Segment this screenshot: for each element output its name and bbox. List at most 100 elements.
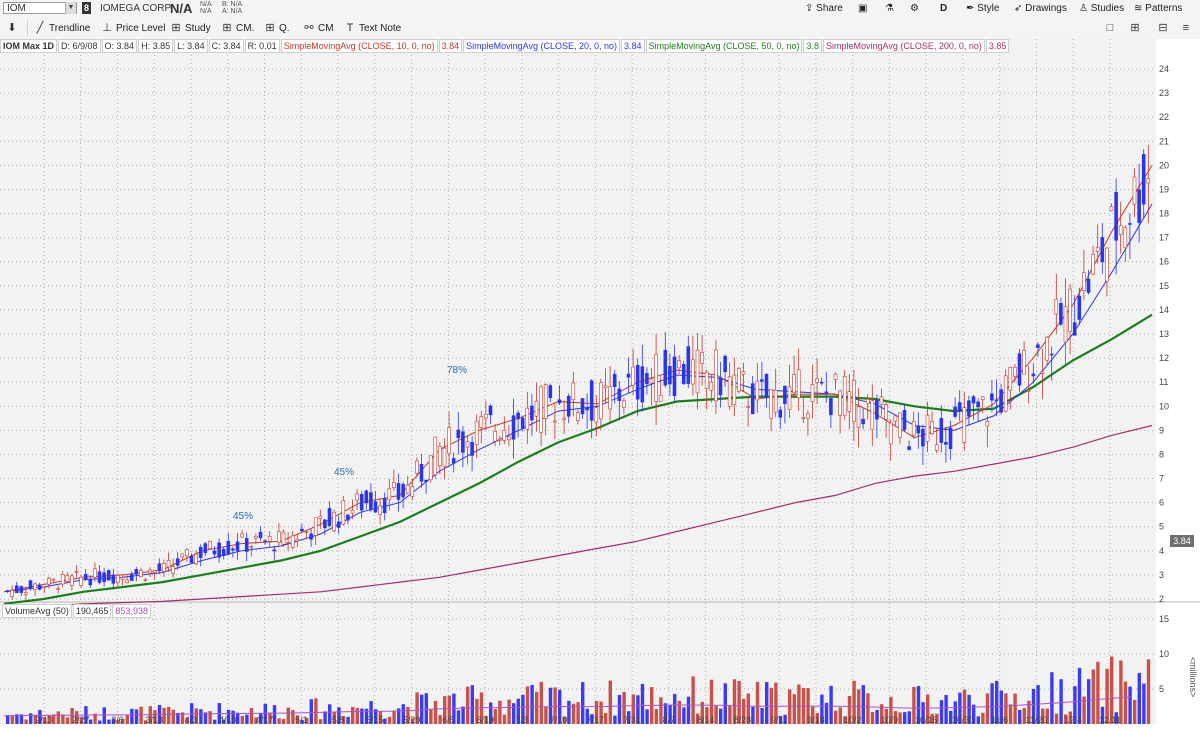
volume-bar xyxy=(1142,683,1146,724)
candle-body xyxy=(359,494,364,511)
candle-body xyxy=(419,463,424,482)
candle-body xyxy=(277,531,281,543)
candle-body xyxy=(893,415,898,422)
settings-button[interactable]: ⚙ xyxy=(910,1,919,16)
date-tick-label: 5/29 xyxy=(403,715,421,725)
volume-bar xyxy=(429,709,433,724)
candle-body xyxy=(378,505,382,515)
sma50-legend[interactable]: SimpleMovingAvg (CLOSE, 50, 0, no) xyxy=(645,39,803,53)
studies-label: Studies xyxy=(1090,3,1125,14)
candle-body xyxy=(415,460,419,474)
candle-body xyxy=(497,438,502,441)
candle-body xyxy=(737,368,741,392)
price-tick-label: 13 xyxy=(1159,329,1169,339)
flask-button[interactable]: ⚗ xyxy=(885,1,894,16)
grid-button[interactable]: ⊞ xyxy=(1129,19,1144,37)
ohlc-date: D: 6/9/08 xyxy=(58,39,101,53)
volume-bar xyxy=(1087,679,1091,724)
cm-button[interactable]: ⚯ CM xyxy=(303,19,333,37)
candle-body xyxy=(387,488,392,501)
price-tick-label: 6 xyxy=(1159,498,1164,508)
candle-body xyxy=(350,509,355,514)
text-note-button[interactable]: T Text Note xyxy=(344,19,402,37)
ohlc-close: C: 3.84 xyxy=(208,39,244,53)
candle-body xyxy=(861,418,865,425)
volume-bar xyxy=(985,693,990,724)
share-icon: ⇪ xyxy=(805,3,814,14)
patterns-button[interactable]: ≋ Patterns xyxy=(1134,1,1182,16)
volume-bar xyxy=(604,713,608,724)
study-label: Study xyxy=(185,23,211,34)
candle-body xyxy=(594,407,599,423)
candle-body xyxy=(175,558,180,566)
volume-bar xyxy=(898,712,902,724)
volume-bar xyxy=(539,681,543,724)
candle-body xyxy=(944,441,948,445)
period-button[interactable]: D xyxy=(940,1,947,16)
candle-body xyxy=(948,427,953,450)
volume-bar xyxy=(1059,679,1063,724)
candle-body xyxy=(346,514,350,521)
candle-body xyxy=(19,586,24,593)
candle-body xyxy=(599,382,603,420)
cm-dot-button[interactable]: ⊞ CM. xyxy=(221,19,254,37)
candle-body xyxy=(875,399,879,420)
q-button[interactable]: ⊞ Q. xyxy=(264,19,289,37)
sma10-legend[interactable]: SimpleMovingAvg (CLOSE, 10, 0, no) xyxy=(280,39,438,53)
candle-body xyxy=(474,420,479,445)
candle-body xyxy=(824,391,829,394)
volume-avg-label[interactable]: VolumeAvg (50) xyxy=(2,604,72,618)
candle-body xyxy=(1123,227,1128,249)
candle-body xyxy=(783,385,787,404)
candle-body xyxy=(612,373,617,387)
volume-bar xyxy=(765,682,769,724)
candle-body xyxy=(640,366,645,403)
link-badge[interactable]: 8 xyxy=(82,2,91,14)
candle-body xyxy=(580,398,585,415)
trendline-button[interactable]: ╱ Trendline xyxy=(34,19,91,37)
bid-value: B: N/A xyxy=(222,1,243,8)
pointer-button[interactable]: ⬇ xyxy=(6,19,21,37)
volume-bar xyxy=(1146,659,1151,724)
volume-bar xyxy=(686,696,691,724)
calendar-button[interactable]: ▣ xyxy=(858,1,867,16)
volume-bar xyxy=(65,717,70,724)
date-tick-label: 2/27 xyxy=(72,715,90,725)
candle-body xyxy=(764,373,769,398)
candle-body xyxy=(428,455,433,481)
grid-icon: ⊞ xyxy=(1130,22,1140,34)
candle-body xyxy=(332,511,336,532)
volume-bar xyxy=(318,719,323,724)
price-tick-label: 5 xyxy=(1159,522,1164,532)
sma20-legend[interactable]: SimpleMovingAvg (CLOSE, 20, 0, no) xyxy=(463,39,621,53)
candle-body xyxy=(1095,246,1100,252)
price-level-button[interactable]: ⊥ Price Level xyxy=(101,19,165,37)
candle-body xyxy=(203,543,208,553)
change-bottom: N/A xyxy=(200,8,212,15)
drawings-button[interactable]: ➶ Drawings xyxy=(1014,1,1067,16)
candle-body xyxy=(42,586,47,589)
candle-body xyxy=(484,413,488,419)
candle-body xyxy=(967,400,971,417)
candle-body xyxy=(1086,278,1091,293)
price-tick-label: 14 xyxy=(1159,305,1169,315)
sma200-legend[interactable]: SimpleMovingAvg (CLOSE, 200, 0, no) xyxy=(823,39,985,53)
studies-button[interactable]: ♙ Studies xyxy=(1079,1,1124,16)
window-button[interactable]: □ xyxy=(1104,19,1119,37)
menu-button[interactable]: ≡ xyxy=(1180,19,1195,37)
volume-bar xyxy=(981,712,985,724)
share-button[interactable]: ⇪ Share xyxy=(805,1,843,16)
price-chart-svg[interactable]: 23456789101112131415161718192021222324 5… xyxy=(0,39,1200,727)
candle-body xyxy=(645,373,649,385)
style-button[interactable]: ✒ Style xyxy=(966,1,999,16)
sma10-value: 3.84 xyxy=(438,39,463,53)
chart-area[interactable]: 2 3 4 5 6 7 8 9 10 11 12 13 14 15 16 17 18 19 20 21 22 23 24 5… xyxy=(0,39,1200,727)
candle-body xyxy=(70,575,74,586)
candle-body xyxy=(911,421,916,436)
symbol-dropdown-icon[interactable]: ▼ xyxy=(65,2,76,14)
study-button[interactable]: ⊞ Study xyxy=(170,19,211,37)
candle-body xyxy=(88,578,93,586)
candle-body xyxy=(355,493,359,501)
panel-button[interactable]: ⊟ xyxy=(1157,19,1172,37)
price-tick-label: 12 xyxy=(1159,353,1169,363)
